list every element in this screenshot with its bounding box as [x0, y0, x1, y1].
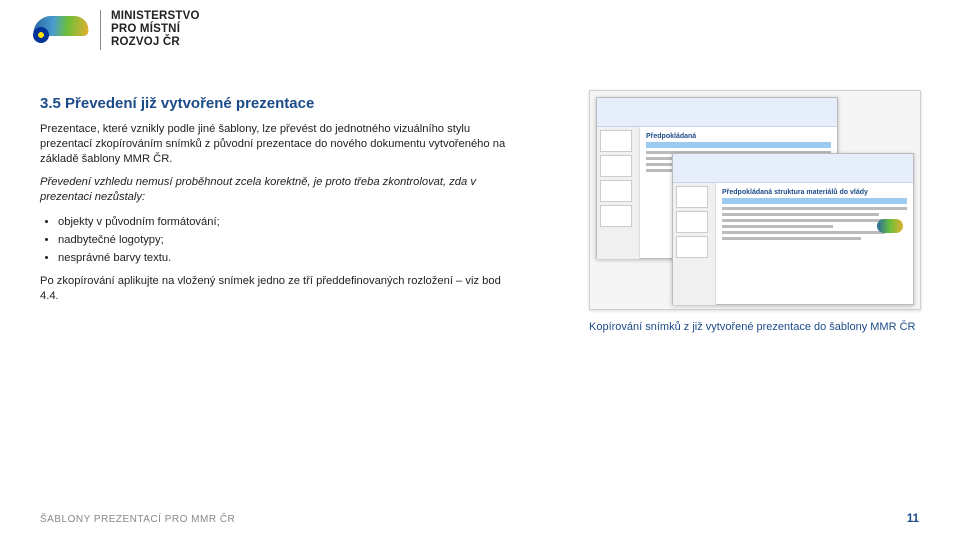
ribbon-bar — [673, 154, 913, 183]
figure-caption: Kopírování snímků z již vytvořené prezen… — [589, 320, 919, 334]
slide-title: Předpokládaná struktura materiálů do vlá… — [722, 189, 907, 196]
page-number: 11 — [907, 513, 919, 525]
list-item: nadbytečné logotypy; — [58, 232, 520, 248]
main-text-column: 3.5 Převedení již vytvořené prezentace P… — [40, 95, 520, 312]
slide-thumbnails — [597, 127, 640, 259]
org-line-2: PRO MÍSTNÍ — [111, 23, 200, 36]
paragraph-3: Po zkopírování aplikujte na vložený sním… — [40, 274, 520, 304]
thumbnail — [600, 155, 632, 177]
footer-title: ŠABLONY PREZENTACÍ PRO MMR ČR — [40, 514, 235, 525]
bullet-list: objekty v původním formátování; nadbyteč… — [58, 214, 520, 267]
screenshot-illustration: Předpokládaná Předpoklád — [589, 90, 921, 310]
section-title: 3.5 Převedení již vytvořené prezentace — [40, 95, 520, 112]
list-item: objekty v původním formátování; — [58, 214, 520, 230]
slide-thumbnails — [673, 183, 716, 305]
powerpoint-window-front: Předpokládaná struktura materiálů do vlá… — [672, 153, 914, 305]
slide-logo-icon — [877, 219, 903, 233]
slide-canvas: Předpokládaná struktura materiálů do vlá… — [716, 183, 913, 305]
figure-area: Předpokládaná Předpoklád — [589, 90, 919, 334]
list-item: nesprávné barvy textu. — [58, 250, 520, 266]
paragraph-2: Převedení vzhledu nemusí proběhnout zcel… — [40, 175, 520, 205]
org-name: MINISTERSTVO PRO MÍSTNÍ ROZVOJ ČR — [100, 10, 200, 50]
slide-title: Předpokládaná — [646, 133, 831, 140]
thumbnail — [676, 186, 708, 208]
thumbnail — [600, 130, 632, 152]
paragraph-1: Prezentace, které vznikly podle jiné šab… — [40, 122, 520, 167]
thumbnail — [676, 236, 708, 258]
thumbnail — [676, 211, 708, 233]
page-header: MINISTERSTVO PRO MÍSTNÍ ROZVOJ ČR — [30, 10, 200, 50]
thumbnail — [600, 180, 632, 202]
ribbon-bar — [597, 98, 837, 127]
thumbnail — [600, 205, 632, 227]
org-line-3: ROZVOJ ČR — [111, 36, 200, 49]
org-line-1: MINISTERSTVO — [111, 10, 200, 23]
mmr-logo — [30, 12, 92, 47]
